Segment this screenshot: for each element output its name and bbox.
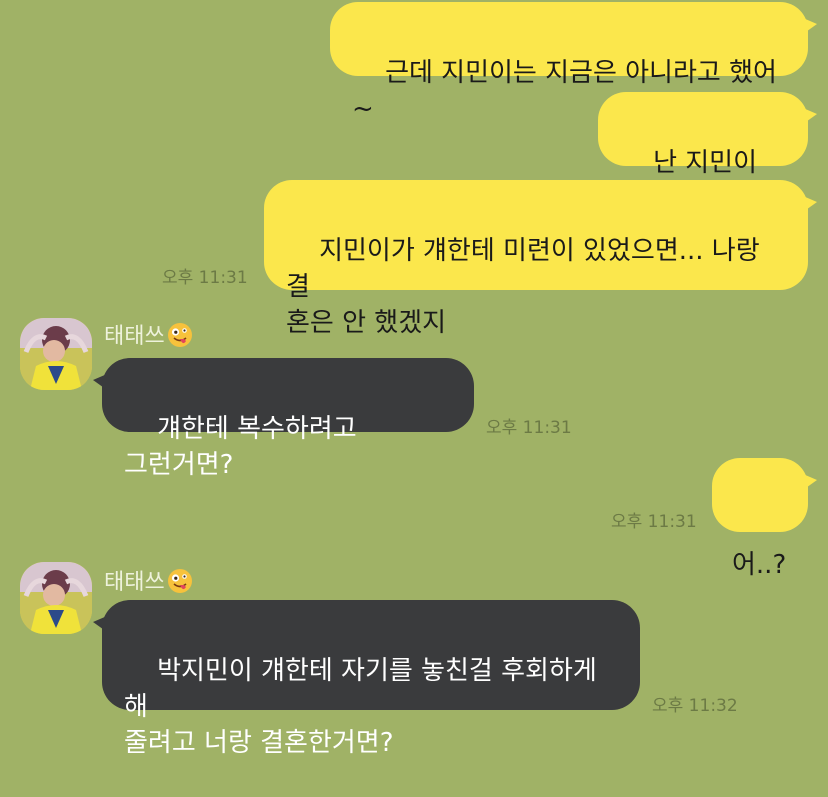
message-text: 어..? (732, 550, 787, 580)
message-timestamp: 오후 11:31 (162, 268, 248, 288)
contact-avatar[interactable] (20, 562, 92, 634)
message-text: 걔한테 복수하려고 그런거면? (124, 414, 365, 480)
sender-name-text: 태태쓰 (104, 324, 165, 349)
chat-area[interactable]: 근데 지민이는 지금은 아니라고 했어~ 난 지민이 믿어 오후 11:31 지… (0, 0, 828, 758)
their-message-bubble[interactable]: 걔한테 복수하려고 그런거면? (93, 358, 474, 480)
their-message-bubble[interactable]: 박지민이 걔한테 자기를 놓친걸 후회하게 해 줄려고 너랑 결혼한거면? (93, 600, 640, 758)
my-message-bubble[interactable]: 근데 지민이는 지금은 아니라고 했어~ (330, 2, 817, 124)
message-text: 지민이가 걔한테 미련이 있었으면... 나랑 결 혼은 안 했겠지 (286, 236, 760, 338)
avatar-photo (20, 318, 92, 390)
avatar-photo (20, 562, 92, 634)
sender-name-text: 태태쓰 (104, 570, 165, 595)
zany-face-icon (167, 569, 192, 593)
sender-name: 태태쓰 (104, 564, 193, 596)
my-message-bubble[interactable]: 어..? (712, 458, 817, 580)
my-message-bubble[interactable]: 난 지민이 믿어 (598, 92, 817, 214)
message-timestamp: 오후 11:31 (486, 418, 572, 438)
message-timestamp: 오후 11:32 (652, 696, 738, 716)
zany-face-icon (167, 323, 192, 347)
my-message-bubble[interactable]: 지민이가 걔한테 미련이 있었으면... 나랑 결 혼은 안 했겠지 (264, 180, 817, 338)
message-text: 박지민이 걔한테 자기를 놓친걸 후회하게 해 줄려고 너랑 결혼한거면? (124, 656, 597, 758)
sender-name: 태태쓰 (104, 318, 193, 350)
contact-avatar[interactable] (20, 318, 92, 390)
message-timestamp: 오후 11:31 (611, 512, 697, 532)
